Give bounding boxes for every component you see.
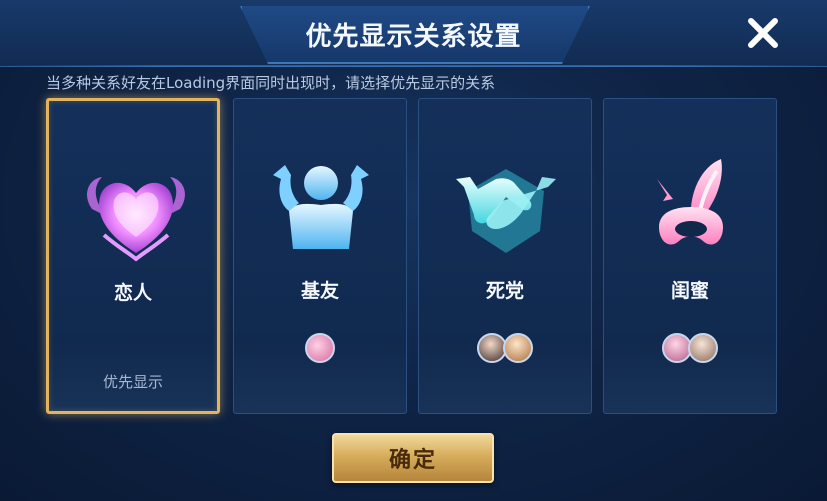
relation-card-list: 恋人 优先显示 基友 死党 闺蜜 (46, 98, 782, 414)
avatar (688, 333, 718, 363)
bunny-ears-icon (629, 149, 753, 273)
muscle-buddy-icon (259, 149, 383, 273)
friend-avatars (419, 333, 591, 365)
dialog-title: 优先显示关系设置 (305, 22, 522, 52)
friend-avatars (604, 333, 776, 365)
confirm-label: 确定 (388, 448, 437, 473)
priority-indicator: 优先显示 (102, 373, 163, 391)
relation-card-close-friend[interactable]: 死党 (418, 98, 592, 414)
relation-card-lover[interactable]: 恋人 优先显示 (46, 98, 220, 414)
close-button[interactable] (740, 10, 786, 56)
heart-icon (74, 151, 198, 275)
friend-avatars (234, 333, 406, 365)
relation-label: 恋人 (113, 282, 152, 304)
handshake-icon (444, 149, 568, 273)
avatar (503, 333, 533, 363)
relation-card-bestie[interactable]: 闺蜜 (603, 98, 777, 414)
relation-label: 基友 (300, 280, 339, 302)
relation-label: 死党 (485, 280, 524, 302)
dialog-instructions: 当多种关系好友在Loading界面同时出现时，请选择优先显示的关系 (46, 74, 496, 92)
relationship-priority-dialog: 优先显示关系设置 当多种关系好友在Loading界面同时出现时，请选择优先显示的… (0, 0, 827, 501)
relation-label: 闺蜜 (670, 280, 709, 302)
confirm-button[interactable]: 确定 (332, 433, 494, 483)
close-icon (748, 18, 778, 48)
relation-card-buddy[interactable]: 基友 (233, 98, 407, 414)
avatar (305, 333, 335, 363)
